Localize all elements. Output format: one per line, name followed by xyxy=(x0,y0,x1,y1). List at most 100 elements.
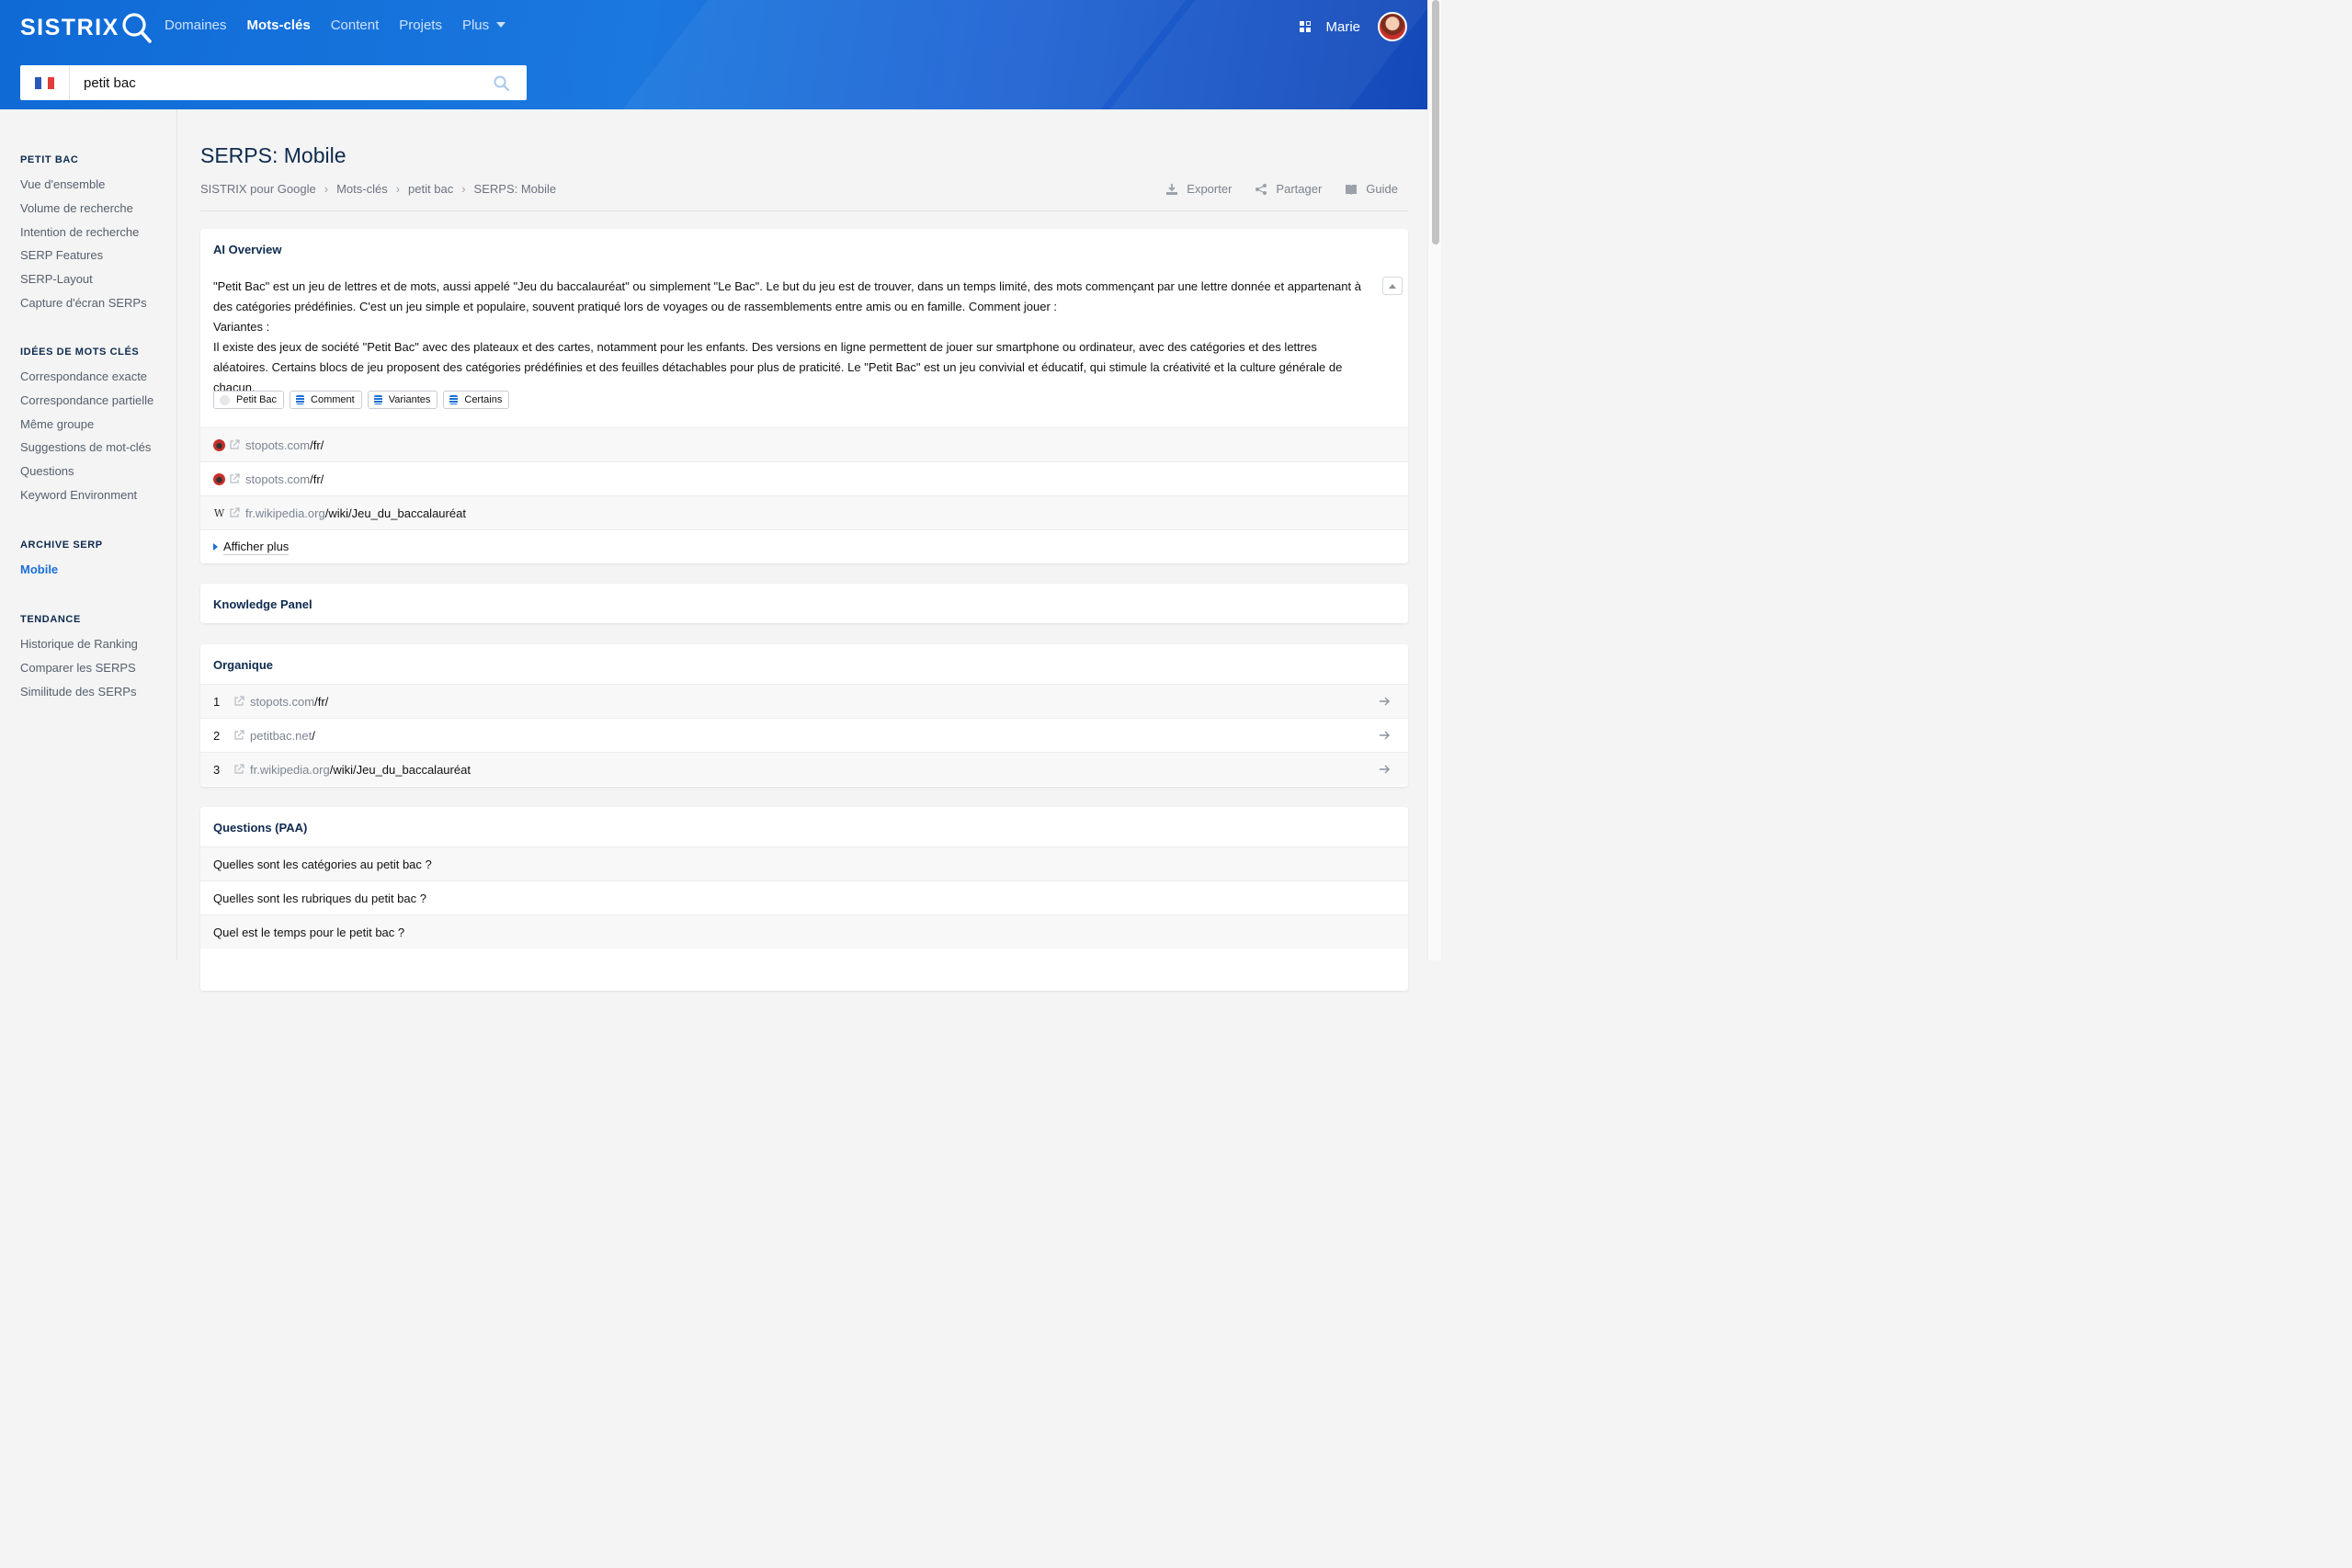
source-path[interactable]: /wiki/Jeu_du_baccalauréat xyxy=(325,506,466,520)
nav-mots-cles[interactable]: Mots-clés xyxy=(247,17,311,33)
chevron-right-icon: › xyxy=(461,182,466,196)
external-link-icon[interactable] xyxy=(233,730,244,741)
source-host[interactable]: stopots.com xyxy=(245,472,310,486)
country-selector[interactable] xyxy=(20,65,70,100)
apps-grid-icon[interactable] xyxy=(1300,21,1312,32)
chip-label: Variantes xyxy=(388,394,431,405)
external-link-icon[interactable] xyxy=(229,439,240,450)
external-link-icon[interactable] xyxy=(229,473,240,484)
sidebar-item-suggestions[interactable]: Suggestions de mot-clés xyxy=(20,439,153,463)
guide-button[interactable]: Guide xyxy=(1345,182,1398,196)
sidebar-item-capture[interactable]: Capture d'écran SERPs xyxy=(20,295,147,319)
sidebar-item-vue-ensemble[interactable]: Vue d'ensemble xyxy=(20,176,147,200)
chip[interactable]: Comment xyxy=(290,391,362,409)
sidebar-item-keyword-env[interactable]: Keyword Environment xyxy=(20,487,153,511)
chevron-right-icon: › xyxy=(395,182,401,196)
paa-question-row[interactable]: Quelles sont les catégories au petit bac… xyxy=(200,846,1408,881)
paa-card: Questions (PAA) Quelles sont les catégor… xyxy=(200,807,1408,991)
logo-magnifier-icon xyxy=(122,13,152,43)
source-path[interactable]: /fr/ xyxy=(310,472,324,486)
rank-number: 2 xyxy=(213,728,221,743)
breadcrumb-item[interactable]: SISTRIX pour Google xyxy=(200,182,316,196)
chip[interactable]: Variantes xyxy=(367,391,438,409)
result-path[interactable]: /fr/ xyxy=(314,695,328,709)
search-icon[interactable] xyxy=(494,75,509,91)
external-link-icon[interactable] xyxy=(233,696,244,707)
collapse-button[interactable] xyxy=(1382,277,1403,295)
result-host[interactable]: fr.wikipedia.org xyxy=(250,763,330,777)
rank-number: 3 xyxy=(213,762,221,777)
sidebar-item-meme-groupe[interactable]: Même groupe xyxy=(20,416,153,440)
sidebar-item-volume[interactable]: Volume de recherche xyxy=(20,200,147,224)
paa-question-row[interactable]: Quelles sont les rubriques du petit bac … xyxy=(200,881,1408,915)
export-label: Exporter xyxy=(1187,182,1233,196)
show-more-row: Afficher plus xyxy=(200,529,1408,563)
sistrix-logo[interactable]: SISTRIX xyxy=(20,11,153,44)
ai-paragraph: "Petit Bac" est un jeu de lettres et de … xyxy=(213,279,1361,313)
organic-row[interactable]: 3 fr.wikipedia.org/wiki/Jeu_du_baccalaur… xyxy=(200,752,1408,786)
show-more-button[interactable]: Afficher plus xyxy=(213,540,290,555)
chevron-right-icon: › xyxy=(324,182,329,196)
source-path[interactable]: /fr/ xyxy=(310,438,324,452)
external-link-icon[interactable] xyxy=(229,507,240,518)
result-path[interactable]: / xyxy=(312,729,315,743)
ai-overview-title: AI Overview xyxy=(213,243,282,256)
organic-card: Organique 1 stopots.com/fr/ 2 petitbac.n… xyxy=(200,644,1408,787)
export-button[interactable]: Exporter xyxy=(1165,182,1232,196)
nav-projets[interactable]: Projets xyxy=(399,17,442,33)
sidebar-item-questions[interactable]: Questions xyxy=(20,463,153,487)
knowledge-panel-card: Knowledge Panel xyxy=(200,584,1408,623)
stopots-icon xyxy=(213,438,225,451)
source-host[interactable]: stopots.com xyxy=(245,438,310,452)
avatar[interactable] xyxy=(1378,12,1407,41)
page-scrollbar[interactable] xyxy=(1427,0,1441,960)
sidebar-item-partielle[interactable]: Correspondance partielle xyxy=(20,392,153,416)
paa-question-row[interactable]: Quel est le temps pour le petit bac ? xyxy=(200,915,1408,949)
caret-right-icon xyxy=(213,543,218,551)
arrow-right-icon[interactable] xyxy=(1379,696,1390,707)
sidebar-item-serp-layout[interactable]: SERP-Layout xyxy=(20,271,147,295)
organic-row[interactable]: 2 petitbac.net / xyxy=(200,718,1408,752)
source-host[interactable]: fr.wikipedia.org xyxy=(245,506,325,520)
source-row: stopots.com/fr/ xyxy=(200,427,1408,461)
scrollbar-thumb[interactable] xyxy=(1432,0,1439,244)
sidebar-item-comparer[interactable]: Comparer les SERPS xyxy=(20,660,138,684)
chip-label: Petit Bac xyxy=(236,394,278,405)
sidebar-section-archive: ARCHIVE SERP Mobile xyxy=(20,540,103,585)
external-link-icon[interactable] xyxy=(233,764,244,775)
database-icon xyxy=(449,395,459,404)
chip[interactable]: Certains xyxy=(443,391,510,409)
result-path[interactable]: /wiki/Jeu_du_baccalauréat xyxy=(330,763,471,777)
sidebar-item-exacte[interactable]: Correspondance exacte xyxy=(20,369,153,392)
keyword-search-bar xyxy=(20,65,527,100)
nav-domaines[interactable]: Domaines xyxy=(165,17,227,33)
arrow-right-icon[interactable] xyxy=(1379,730,1390,741)
ai-sources: stopots.com/fr/ stopots.com/fr/ W fr.wik… xyxy=(200,427,1408,563)
sidebar-item-historique[interactable]: Historique de Ranking xyxy=(20,636,138,660)
search-input[interactable] xyxy=(70,66,456,99)
stopots-icon xyxy=(213,472,225,485)
result-host[interactable]: stopots.com xyxy=(250,695,314,709)
download-icon xyxy=(1166,183,1178,195)
nav-plus[interactable]: Plus xyxy=(462,17,506,33)
arrow-right-icon[interactable] xyxy=(1379,764,1390,775)
sidebar-item-serp-features[interactable]: SERP Features xyxy=(20,247,147,271)
breadcrumb-item[interactable]: petit bac xyxy=(408,182,453,196)
sidebar-item-similitude[interactable]: Similitude des SERPs xyxy=(20,684,138,708)
paa-question: Quelles sont les rubriques du petit bac … xyxy=(213,891,426,905)
book-icon xyxy=(1346,184,1358,195)
wikipedia-icon: W xyxy=(213,506,225,519)
organic-row[interactable]: 1 stopots.com/fr/ xyxy=(200,684,1408,718)
result-host[interactable]: petitbac.net xyxy=(250,729,312,743)
source-row: W fr.wikipedia.org/wiki/Jeu_du_baccalaur… xyxy=(200,495,1408,529)
breadcrumb-item[interactable]: Mots-clés xyxy=(336,182,388,196)
nav-content[interactable]: Content xyxy=(331,17,380,33)
sidebar-section-petit-bac: PETIT BAC Vue d'ensemble Volume de reche… xyxy=(20,154,147,319)
sidebar-item-intention[interactable]: Intention de recherche xyxy=(20,224,147,248)
chip-label: Certains xyxy=(464,394,503,405)
user-name[interactable]: Marie xyxy=(1325,19,1360,35)
share-button[interactable]: Partager xyxy=(1255,182,1322,196)
sidebar-item-mobile[interactable]: Mobile xyxy=(20,562,103,585)
database-icon xyxy=(296,395,305,404)
chip[interactable]: Petit Bac xyxy=(213,391,285,409)
